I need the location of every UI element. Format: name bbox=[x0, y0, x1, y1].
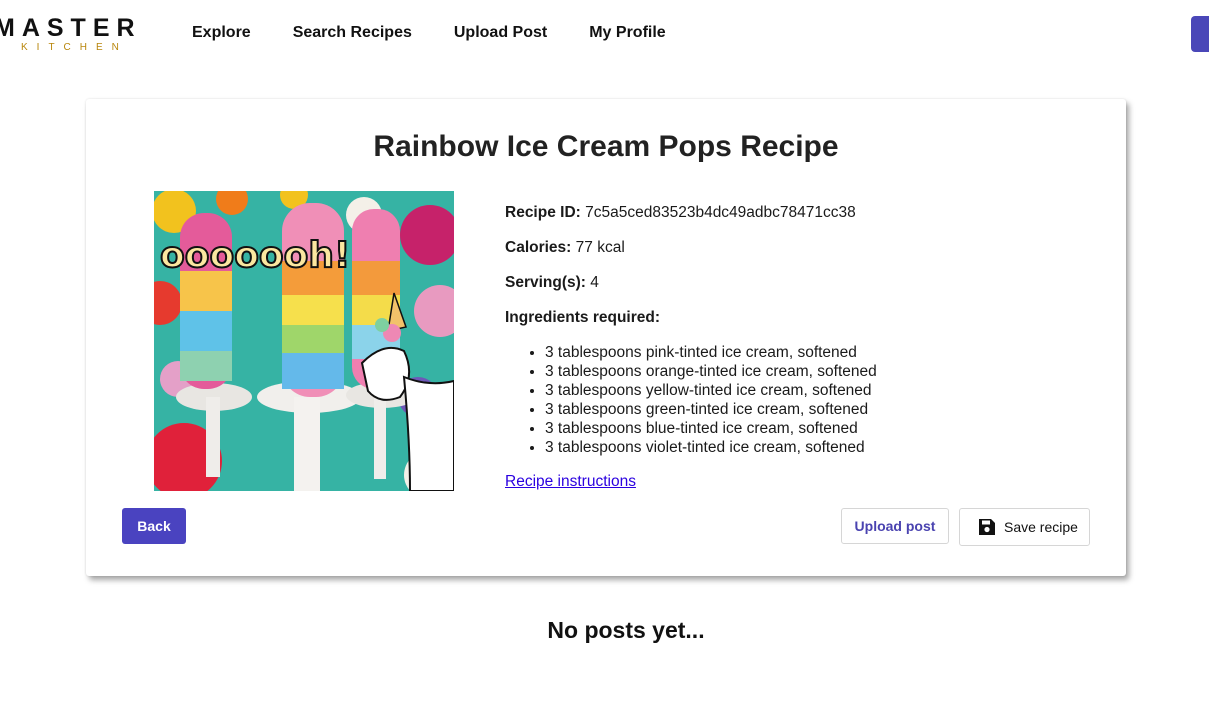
recipe-image: ooooooh! bbox=[154, 191, 454, 491]
calories-row: Calories: 77 kcal bbox=[505, 238, 1065, 258]
ingredient-item: 3 tablespoons blue-tinted ice cream, sof… bbox=[545, 419, 1065, 438]
servings-label: Serving(s): bbox=[505, 274, 586, 291]
calories-value: 77 kcal bbox=[575, 239, 625, 256]
nav-my-profile[interactable]: My Profile bbox=[589, 23, 665, 43]
ingredient-item: 3 tablespoons yellow-tinted ice cream, s… bbox=[545, 381, 1065, 400]
ingredients-heading: Ingredients required: bbox=[505, 309, 661, 326]
nav-explore[interactable]: Explore bbox=[192, 23, 251, 43]
calories-label: Calories: bbox=[505, 239, 572, 256]
ingredients-list: 3 tablespoons pink-tinted ice cream, sof… bbox=[505, 343, 1065, 457]
recipe-id-row: Recipe ID: 7c5a5ced83523b4dc49adbc78471c… bbox=[505, 203, 1065, 223]
save-recipe-button[interactable]: Save recipe bbox=[959, 508, 1090, 546]
recipe-id-label: Recipe ID: bbox=[505, 204, 581, 221]
back-button[interactable]: Back bbox=[122, 508, 186, 544]
servings-row: Serving(s): 4 bbox=[505, 273, 1065, 293]
upload-post-button[interactable]: Upload post bbox=[841, 508, 949, 544]
floppy-disk-icon bbox=[977, 517, 997, 537]
logo-sub-text: KITCHEN bbox=[21, 42, 128, 53]
save-recipe-label: Save recipe bbox=[1004, 519, 1078, 535]
ingredient-item: 3 tablespoons orange-tinted ice cream, s… bbox=[545, 362, 1065, 381]
image-lettering: ooooooh! bbox=[160, 235, 350, 276]
main-nav: Explore Search Recipes Upload Post My Pr… bbox=[192, 23, 708, 43]
logo[interactable]: MASTER KITCHEN bbox=[0, 14, 154, 58]
recipe-instructions-link[interactable]: Recipe instructions bbox=[505, 473, 636, 490]
ingredient-item: 3 tablespoons green-tinted ice cream, so… bbox=[545, 400, 1065, 419]
header-action-button[interactable] bbox=[1191, 16, 1209, 52]
servings-value: 4 bbox=[590, 274, 599, 291]
recipe-card: Rainbow Ice Cream Pops Recipe ooooooh! R… bbox=[86, 99, 1126, 576]
recipe-id-value: 7c5a5ced83523b4dc49adbc78471cc38 bbox=[585, 204, 856, 221]
top-nav-bar: MASTER KITCHEN Explore Search Recipes Up… bbox=[0, 0, 1209, 70]
no-posts-message: No posts yet... bbox=[547, 617, 705, 643]
logo-main-text: MASTER bbox=[0, 14, 142, 42]
recipe-details: Recipe ID: 7c5a5ced83523b4dc49adbc78471c… bbox=[505, 203, 1065, 492]
ingredient-item: 3 tablespoons violet-tinted ice cream, s… bbox=[545, 438, 1065, 457]
recipe-title: Rainbow Ice Cream Pops Recipe bbox=[373, 130, 839, 163]
nav-upload-post[interactable]: Upload Post bbox=[454, 23, 547, 43]
nav-search-recipes[interactable]: Search Recipes bbox=[293, 23, 412, 43]
ingredient-item: 3 tablespoons pink-tinted ice cream, sof… bbox=[545, 343, 1065, 362]
